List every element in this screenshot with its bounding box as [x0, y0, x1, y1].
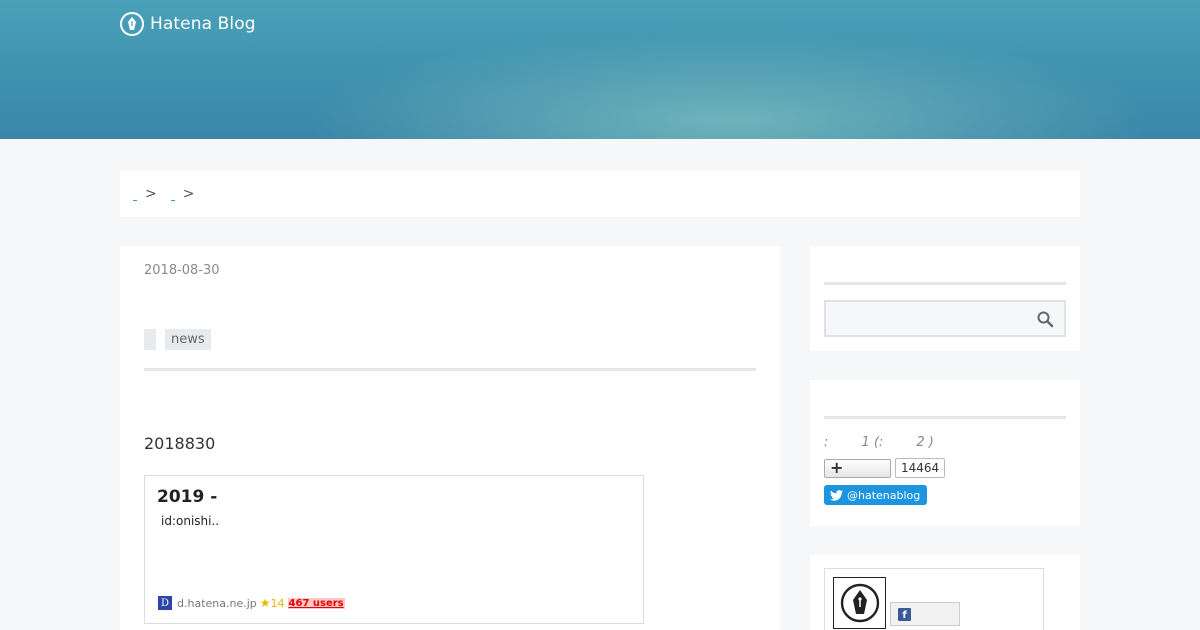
article-date[interactable]: 2018-08-30 — [144, 263, 220, 278]
pen-nib-icon — [840, 583, 879, 623]
follower-count: 14464 — [895, 458, 946, 478]
search-input[interactable] — [824, 300, 1066, 337]
facebook-icon: f — [898, 608, 911, 621]
title-divider — [144, 368, 756, 371]
blog-header: Hatena Blog — [0, 0, 1200, 139]
bookmark-users-count[interactable]: 467 users — [287, 597, 345, 609]
category-tag-news[interactable]: news — [165, 329, 211, 350]
breadcrumb-link-category[interactable] — [170, 195, 175, 201]
favicon-icon: D — [158, 596, 172, 610]
profile-stats: : 1 (: 2 ) — [824, 435, 934, 450]
follow-button[interactable]: + — [824, 458, 891, 478]
embedded-link-card[interactable]: 2019 - id:onishi.. D d.hatena.ne.jp ★ 14… — [144, 475, 644, 624]
category-tag-empty[interactable] — [144, 329, 156, 350]
breadcrumb-separator: > — [182, 186, 195, 202]
facebook-like-button[interactable]: f — [890, 602, 960, 626]
logo-text: Hatena Blog — [150, 14, 256, 34]
hatena-blog-logo[interactable]: Hatena Blog — [120, 12, 256, 36]
twitter-follow-button[interactable]: @hatenablog — [824, 485, 928, 505]
star-count[interactable]: 14 — [271, 597, 285, 610]
pen-nib-icon — [120, 12, 144, 36]
module-title-divider — [824, 282, 1066, 285]
module-title-divider — [824, 416, 1066, 419]
article-body-text: 2018830 — [144, 434, 216, 453]
article-panel: 2018-08-30 news 2018830 2019 - id:onishi… — [120, 246, 780, 630]
embed-footer: D d.hatena.ne.jp ★ 14 467 users — [158, 596, 345, 610]
plus-icon: + — [830, 458, 844, 477]
breadcrumb-link-home[interactable] — [133, 195, 137, 201]
sidebar-search-module — [810, 246, 1080, 351]
breadcrumb: > > — [120, 171, 1080, 217]
embed-domain[interactable]: d.hatena.ne.jp — [177, 597, 257, 610]
embed-description: id:onishi.. — [161, 514, 220, 528]
search-icon[interactable] — [1036, 310, 1054, 328]
author-card: f — [824, 568, 1044, 630]
sidebar-profile-module: : 1 (: 2 ) + 14464 @hatenablog — [810, 380, 1080, 526]
breadcrumb-separator: > — [145, 186, 157, 202]
twitter-handle: @hatenablog — [847, 488, 921, 502]
sidebar-author-module: f — [810, 555, 1080, 630]
avatar[interactable] — [833, 577, 886, 629]
twitter-bird-icon — [830, 489, 843, 501]
star-icon[interactable]: ★ — [260, 596, 271, 610]
embed-title[interactable]: 2019 - — [157, 487, 217, 507]
